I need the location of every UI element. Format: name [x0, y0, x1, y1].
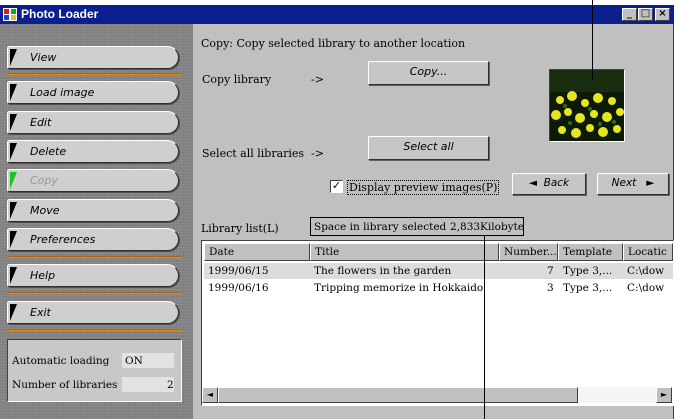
- back-button[interactable]: ◄ Back: [512, 173, 586, 195]
- sidebar-item-exit[interactable]: Exit: [7, 301, 179, 324]
- app-icon: [3, 8, 17, 21]
- cell-template: Type 3,...: [563, 282, 613, 294]
- scroll-left-icon[interactable]: ◄: [202, 387, 218, 403]
- tab-marker-icon: [10, 231, 17, 248]
- next-label: Next: [611, 177, 637, 189]
- table-row[interactable]: 1999/06/15 The flowers in the garden 7 T…: [204, 263, 673, 279]
- sidebar-item-label: Edit: [30, 116, 52, 129]
- cell-number: 3: [547, 282, 554, 294]
- sidebar-item-edit[interactable]: Edit: [7, 111, 179, 134]
- scroll-thumb[interactable]: [218, 387, 578, 403]
- cell-location: C:\dow: [627, 265, 665, 277]
- back-label: Back: [543, 177, 570, 189]
- copy-arrow: ->: [311, 73, 324, 86]
- auto-loading-value: ON: [125, 355, 143, 367]
- sidebar-item-load-image[interactable]: Load image: [7, 81, 179, 104]
- sidebar-item-label: Preferences: [30, 233, 96, 246]
- space-label: Space in library selected: [314, 221, 447, 233]
- sidebar-item-view[interactable]: View: [7, 46, 179, 69]
- library-count-label: Number of libraries: [12, 379, 118, 391]
- preview-checkbox-label[interactable]: Display preview images(P): [347, 180, 500, 195]
- tab-marker-icon: [10, 49, 17, 66]
- sidebar-item-copy[interactable]: Copy: [7, 169, 179, 192]
- sidebar-item-label: Exit: [30, 306, 51, 319]
- description-text: Copy: Copy selected library to another l…: [201, 37, 466, 50]
- table-row[interactable]: 1999/06/16 Tripping memorize in Hokkaido…: [204, 280, 673, 296]
- horizontal-scrollbar[interactable]: ◄ ►: [202, 387, 672, 403]
- cell-number: 7: [547, 265, 554, 277]
- callout-line: [484, 236, 485, 419]
- column-header-location[interactable]: Locatic: [623, 243, 673, 261]
- sidebar-item-move[interactable]: Move: [7, 199, 179, 222]
- sidebar-item-preferences[interactable]: Preferences: [7, 228, 179, 251]
- sidebar-item-label: Load image: [30, 86, 95, 99]
- space-value: 2,833Kilobyte: [450, 221, 525, 233]
- close-button[interactable]: ×: [655, 8, 670, 21]
- library-list-label: Library list(L): [201, 222, 279, 235]
- cell-date: 1999/06/15: [208, 265, 269, 277]
- tab-marker-icon: [10, 304, 17, 321]
- tab-marker-icon: [10, 202, 17, 219]
- next-button[interactable]: Next ►: [597, 173, 669, 195]
- tab-marker-icon: [10, 84, 17, 101]
- title-bar[interactable]: Photo Loader _ □ ×: [0, 5, 674, 24]
- select-arrow: ->: [311, 147, 324, 160]
- sidebar-separator: [7, 73, 182, 75]
- library-count-value: 2: [167, 379, 174, 391]
- column-header-template[interactable]: Template: [558, 243, 623, 261]
- tab-marker-icon: [10, 114, 17, 131]
- cell-title: Tripping memorize in Hokkaido: [314, 282, 484, 294]
- status-panel: Automatic loading ON Number of libraries…: [7, 339, 182, 402]
- scroll-right-icon[interactable]: ►: [656, 387, 672, 403]
- sidebar-item-label: Move: [30, 204, 60, 217]
- space-indicator: Space in library selected 2,833Kilobyte: [310, 217, 524, 236]
- tab-marker-icon: [10, 172, 17, 189]
- library-table[interactable]: Date Title Number... Template Locatic 19…: [201, 240, 674, 406]
- sidebar-separator: [7, 256, 182, 258]
- cell-date: 1999/06/16: [208, 282, 269, 294]
- tab-marker-icon: [10, 143, 17, 160]
- column-header-title[interactable]: Title: [310, 243, 499, 261]
- column-header-date[interactable]: Date: [204, 243, 310, 261]
- sidebar-item-label: Copy: [30, 174, 58, 187]
- window-title: Photo Loader: [21, 7, 99, 21]
- sidebar-item-label: Delete: [30, 145, 67, 158]
- sidebar-separator: [7, 292, 182, 294]
- arrow-left-icon: ◄: [528, 177, 537, 189]
- cell-location: C:\dow: [627, 282, 665, 294]
- cell-template: Type 3,...: [563, 265, 613, 277]
- copy-button[interactable]: Copy...: [368, 61, 489, 85]
- cell-title: The flowers in the garden: [314, 265, 452, 277]
- callout-line: [592, 0, 593, 80]
- preview-checkbox[interactable]: ✓: [330, 180, 343, 193]
- copy-library-label: Copy library: [202, 73, 272, 86]
- sidebar-separator: [7, 329, 182, 331]
- sidebar-item-help[interactable]: Help: [7, 264, 179, 287]
- sidebar-item-label: Help: [30, 269, 56, 282]
- select-all-button[interactable]: Select all: [368, 136, 489, 160]
- auto-loading-label: Automatic loading: [12, 355, 110, 367]
- sidebar-item-delete[interactable]: Delete: [7, 140, 179, 163]
- minimize-button[interactable]: _: [622, 8, 637, 21]
- arrow-right-icon: ►: [646, 177, 655, 189]
- select-all-label: Select all libraries: [202, 147, 305, 160]
- column-header-number[interactable]: Number...: [499, 243, 558, 261]
- maximize-button[interactable]: □: [638, 8, 653, 21]
- preview-image: [549, 69, 625, 142]
- sidebar-item-label: View: [30, 51, 57, 64]
- tab-marker-icon: [10, 267, 17, 284]
